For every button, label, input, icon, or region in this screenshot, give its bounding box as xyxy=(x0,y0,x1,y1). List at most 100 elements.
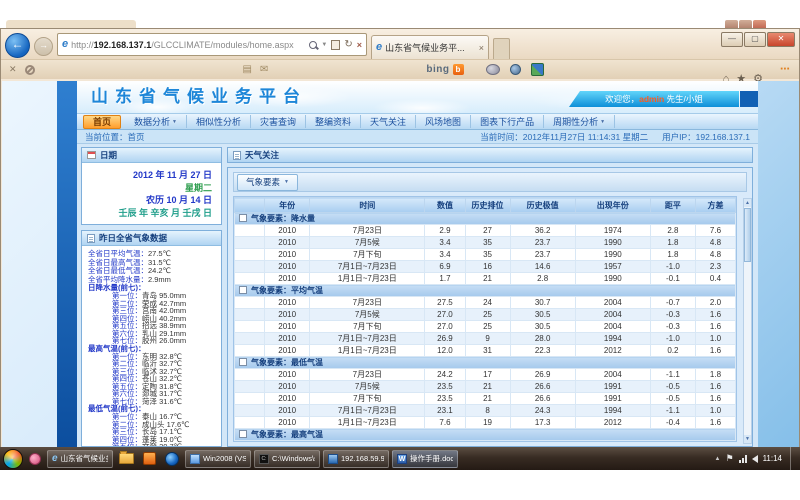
scroll-up-icon[interactable]: ▲ xyxy=(744,199,751,207)
table-row[interactable]: 20107月5候27.02530.52004-0.31.6 xyxy=(235,309,736,321)
nav-item-6[interactable]: 风场地图 xyxy=(416,115,471,128)
table-scrollbar[interactable]: ▲ ▼ xyxy=(743,198,752,444)
taskbar-button-ie[interactable]: e山东省气候业务平台 xyxy=(47,450,113,468)
refresh-icon[interactable]: ↻ xyxy=(344,39,352,50)
ie-icon: e xyxy=(52,454,58,464)
url-box[interactable]: e http://192.168.137.1/GLCCLIMATE/module… xyxy=(57,33,367,56)
screen: ← → e http://192.168.137.1/GLCCLIMATE/mo… xyxy=(0,0,800,500)
tab-close-icon[interactable]: × xyxy=(479,43,484,53)
group-checkbox[interactable] xyxy=(239,430,247,438)
cell: -1.1 xyxy=(650,405,695,417)
blocker-icon[interactable] xyxy=(25,65,35,75)
table-row[interactable]: 20107月23日27.52430.72004-0.72.0 xyxy=(235,297,736,309)
nav-item-1[interactable]: 数据分析▼ xyxy=(125,115,187,128)
minimize-button[interactable]: — xyxy=(721,32,743,47)
table-row[interactable]: 20107月下旬23.52126.61991-0.51.6 xyxy=(235,393,736,405)
stop-icon[interactable]: × xyxy=(357,40,362,50)
url-text[interactable]: http://192.168.137.1/GLCCLIMATE/modules/… xyxy=(71,40,306,50)
cell: 1994 xyxy=(575,405,650,417)
group-label: 气象要素：最低气温 xyxy=(251,358,323,367)
scroll-down-icon[interactable]: ▼ xyxy=(744,435,751,443)
table-row[interactable]: 20107月下旬3.43523.719901.84.8 xyxy=(235,249,736,261)
nav-item-0[interactable]: 首页 xyxy=(83,115,121,129)
cell: 24.2 xyxy=(425,369,465,381)
nav-item-7[interactable]: 图表下行产品 xyxy=(471,115,544,128)
cell: 35 xyxy=(465,249,510,261)
cell: 2010 xyxy=(265,321,310,333)
more-options-icon[interactable]: ⋯ xyxy=(780,64,791,75)
taskbar-clock[interactable]: 11:14 xyxy=(763,454,782,463)
show-desktop-button[interactable] xyxy=(790,447,797,470)
forward-button[interactable]: → xyxy=(34,37,53,56)
bg-minimize-button[interactable] xyxy=(725,20,738,28)
network-icon[interactable] xyxy=(739,455,747,463)
nav-item-4[interactable]: 整编资料 xyxy=(306,115,361,128)
bg-maximize-button[interactable] xyxy=(739,20,752,28)
cell: 1990 xyxy=(575,237,650,249)
current-time: 当前时间：2012年11月27日 11:14:31 星期二 xyxy=(480,131,648,143)
cmd-icon: C: xyxy=(259,454,269,464)
taskbar-button-cmd[interactable]: C:C:\Windows\s... xyxy=(254,450,320,468)
nav-item-5[interactable]: 天气关注 xyxy=(361,115,416,128)
back-button[interactable]: ← xyxy=(5,33,30,58)
coins-icon[interactable] xyxy=(486,64,500,75)
group-checkbox[interactable] xyxy=(239,358,247,366)
tray-expand-icon[interactable]: ▲ xyxy=(715,456,721,462)
new-tab-button[interactable] xyxy=(493,38,510,59)
table-row[interactable]: 20107月1日~7月23日23.1824.31994-1.11.0 xyxy=(235,405,736,417)
close-sidebar-icon[interactable]: ✕ xyxy=(9,64,17,75)
table-row[interactable]: 20107月1日~7月23日6.91614.61957-1.02.3 xyxy=(235,261,736,273)
table-row[interactable]: 20107月23日24.21726.92004-1.11.8 xyxy=(235,369,736,381)
start-button[interactable] xyxy=(3,449,23,469)
table-row[interactable]: 20107月1日~7月23日26.9928.01994-1.01.0 xyxy=(235,333,736,345)
folder-icon[interactable] xyxy=(119,453,134,464)
taskbar-button-rdp[interactable]: 192.168.59.99... xyxy=(323,450,389,468)
table-row[interactable]: 20107月5候23.52126.61991-0.51.6 xyxy=(235,381,736,393)
table-row[interactable]: 20107月5候3.43523.719901.84.8 xyxy=(235,237,736,249)
table-row[interactable]: 20107月下旬27.02530.52004-0.31.6 xyxy=(235,321,736,333)
close-button[interactable]: ✕ xyxy=(767,32,795,47)
element-selector-button[interactable]: 气象要素 ▼ xyxy=(237,174,298,191)
nav-item-2[interactable]: 相似性分析 xyxy=(187,115,251,128)
table-row[interactable]: 20107月23日31.52936.31955,1951-0.32.5 xyxy=(235,441,736,443)
table-row[interactable]: 20107月23日2.92736.219742.87.6 xyxy=(235,225,736,237)
cell: 1.6 xyxy=(695,381,735,393)
nav-item-8[interactable]: 周期性分析▼ xyxy=(544,115,615,128)
card-icon[interactable]: ▤ xyxy=(243,64,252,75)
browser-tab[interactable]: e 山东省气候业务平... × xyxy=(371,35,489,59)
calendar-body: 2012 年 11 月 27 日星期二农历 10 月 14 日壬辰 年 辛亥 月… xyxy=(82,163,221,219)
nav-item-3[interactable]: 灾害查询 xyxy=(251,115,306,128)
group-checkbox[interactable] xyxy=(239,214,247,222)
table-row[interactable]: 20101月1日~7月23日7.61917.32012-0.41.6 xyxy=(235,417,736,429)
table-group-row[interactable]: 气象要素：最低气温 xyxy=(235,357,736,369)
compatibility-view-icon[interactable] xyxy=(331,40,340,50)
cell: 26.9 xyxy=(510,369,575,381)
taskbar-app-icon[interactable] xyxy=(29,453,41,465)
search-icon[interactable] xyxy=(309,41,317,49)
bg-close-button[interactable] xyxy=(753,20,766,28)
orange-app-icon[interactable] xyxy=(143,452,156,465)
mail-icon[interactable]: ✉ xyxy=(260,64,268,75)
table-group-row[interactable]: 气象要素：最高气温 xyxy=(235,429,736,441)
bing-search-widget[interactable]: bing b xyxy=(426,64,463,75)
welcome-banner: 欢迎您，admin 先生/小姐 xyxy=(569,91,739,107)
group-checkbox[interactable] xyxy=(239,286,247,294)
url-dropdown-icon[interactable]: ▼ xyxy=(321,42,327,48)
taskbar-button-win[interactable]: Win2008 (VS2... xyxy=(185,450,251,468)
maximize-button[interactable]: ▢ xyxy=(744,32,766,47)
volume-icon[interactable] xyxy=(752,455,758,463)
table-group-row[interactable]: 气象要素：降水量 xyxy=(235,213,736,225)
media-player-icon[interactable] xyxy=(165,452,179,466)
globe-icon[interactable] xyxy=(531,63,544,76)
person-icon[interactable] xyxy=(510,64,521,75)
cell: 19 xyxy=(465,417,510,429)
action-center-flag-icon[interactable]: ⚑ xyxy=(725,453,733,464)
bing-button-icon[interactable]: b xyxy=(453,64,464,75)
scrollbar-thumb[interactable] xyxy=(744,208,751,262)
table-group-row[interactable]: 气象要素：平均气温 xyxy=(235,285,736,297)
table-row[interactable]: 20101月1日~7月23日1.7212.81990-0.10.4 xyxy=(235,273,736,285)
taskbar-button-word[interactable]: W操作手册.docx ... xyxy=(392,450,458,468)
cell: -0.3 xyxy=(650,321,695,333)
cell: 26.6 xyxy=(510,393,575,405)
table-row[interactable]: 20101月1日~7月23日12.03122.320120.21.6 xyxy=(235,345,736,357)
